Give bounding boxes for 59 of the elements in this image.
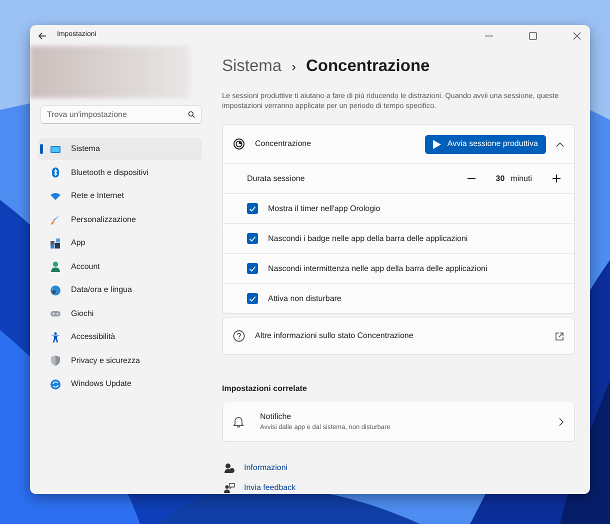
info-link[interactable]: Altre informazioni sullo stato Concentrazione <box>222 317 575 355</box>
help-icon <box>233 330 245 342</box>
brush-icon <box>50 214 61 226</box>
feedback-icon <box>224 482 235 494</box>
back-icon[interactable] <box>38 32 47 40</box>
close-icon[interactable] <box>572 30 582 41</box>
sidebar-item[interactable]: Personalizzazione <box>38 208 202 231</box>
setting-title: Notifiche <box>260 410 292 423</box>
chevron-right-icon <box>559 418 564 426</box>
help-person-icon <box>224 462 235 474</box>
bluetooth-icon <box>50 167 61 178</box>
breadcrumb-parent[interactable]: Sistema <box>222 54 282 79</box>
accessibility-icon <box>50 332 61 343</box>
external-link-icon <box>555 332 564 340</box>
sidebar-item[interactable]: Rete e Internet <box>38 185 202 208</box>
page-title: Concentrazione <box>306 56 430 78</box>
sidebar-item[interactable]: Windows Update <box>38 373 202 396</box>
sidebar-item[interactable]: Data/ora e lingua <box>38 279 202 302</box>
sidebar-item[interactable]: Sistema <box>38 138 202 160</box>
checkbox[interactable] <box>247 263 258 274</box>
checkbox-label: Nascondi i badge nelle app della barra delle applicazioni <box>268 232 468 244</box>
apps-icon <box>50 238 61 249</box>
person-icon <box>50 261 61 272</box>
checkbox[interactable] <box>247 233 258 244</box>
duration-value: 30 <box>496 172 505 184</box>
duration-label: Durata sessione <box>247 172 306 184</box>
update-icon <box>50 378 61 390</box>
checkbox-label: Nascondi intermittenza nelle app della barra delle applicazioni <box>268 262 488 274</box>
focus-clock-icon <box>233 138 245 150</box>
plus-icon[interactable] <box>552 174 560 183</box>
section-heading: Impostazioni correlate <box>222 383 308 395</box>
search-field[interactable]: Trova un'impostazione <box>40 105 202 124</box>
bell-icon <box>233 416 244 428</box>
monitor-icon <box>50 144 61 155</box>
search-icon <box>188 111 195 118</box>
checkbox[interactable] <box>247 203 258 214</box>
sidebar-item[interactable]: Bluetooth e dispositivi <box>38 162 202 184</box>
footer-link[interactable]: Informazioni <box>244 462 288 474</box>
start-session-button[interactable]: Avvia sessione produttiva <box>425 134 546 154</box>
sidebar-item[interactable]: Accessibilità <box>38 326 202 348</box>
checkbox-label: Mostra il timer nell'app Orologio <box>268 202 380 214</box>
footer-link[interactable]: Invia feedback <box>244 482 296 494</box>
sidebar-item[interactable]: App <box>38 232 202 254</box>
globe-icon <box>50 284 61 296</box>
checkbox-label: Attiva non disturbare <box>268 292 342 304</box>
breadcrumb-separator: › <box>292 58 296 76</box>
card-title: Concentrazione <box>255 138 312 150</box>
sidebar-item[interactable]: Privacy e sicurezza <box>38 350 202 372</box>
info-link-text: Altre informazioni sullo stato Concentrazione <box>255 330 414 342</box>
maximize-icon[interactable] <box>528 30 538 41</box>
play-icon <box>433 140 442 148</box>
wifi-icon <box>50 190 61 202</box>
checkbox[interactable] <box>247 293 258 304</box>
sidebar-item[interactable]: Account <box>38 256 202 278</box>
gamepad-icon <box>50 308 61 320</box>
shield-icon <box>50 355 61 366</box>
sidebar-item[interactable]: Giochi <box>38 302 202 325</box>
duration-unit: minuti <box>510 172 532 184</box>
chevron-up-icon[interactable] <box>556 142 564 146</box>
